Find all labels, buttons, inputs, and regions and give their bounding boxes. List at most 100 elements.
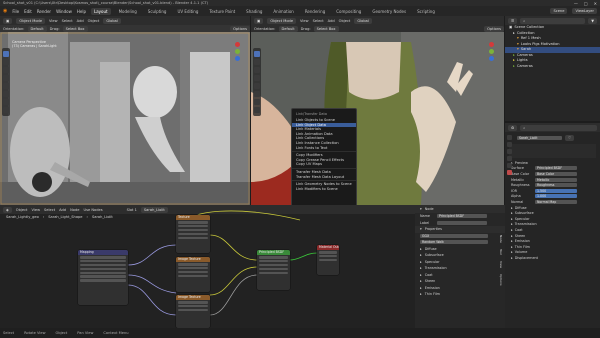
material-name-field[interactable]: Sarah_Liolit	[517, 136, 562, 140]
right-menu-view[interactable]: View	[300, 19, 309, 23]
tab-sculpting[interactable]: Sculpting	[145, 8, 170, 15]
right-gizmo-z-icon[interactable]	[489, 56, 494, 61]
left-menu-object[interactable]: Object	[88, 19, 100, 23]
right-rotate-tool-icon[interactable]	[254, 75, 260, 81]
menu-item-link-fonts-to-text[interactable]: Link Fonts to Text	[292, 146, 356, 151]
sidebar-tab-options[interactable]: Options	[499, 274, 503, 286]
render-properties-icon[interactable]	[506, 135, 512, 140]
left-menu-view[interactable]: View	[49, 19, 58, 23]
blender-logo-icon[interactable]: ◉	[3, 8, 7, 14]
tab-modeling[interactable]: Modeling	[116, 8, 140, 15]
material-properties-icon[interactable]	[506, 170, 512, 175]
maximize-icon[interactable]: □	[584, 1, 588, 6]
tab-geometry-nodes[interactable]: Geometry Nodes	[369, 8, 409, 15]
menu-item-link-modifiers[interactable]: Link Modifiers to Scene	[292, 187, 356, 192]
outliner-search-field[interactable]: ⌕	[520, 17, 586, 24]
menu-item-transfer-mesh-data-layout[interactable]: Transfer Mesh Data Layout	[292, 175, 356, 180]
right-move-tool-icon[interactable]	[254, 67, 260, 73]
section-displacement[interactable]: ▸ Displacement	[505, 255, 600, 261]
left-menu-add[interactable]: Add	[77, 19, 84, 23]
shader-node-editor[interactable]: ◈ Object View Select Add Node Use Nodes …	[0, 205, 415, 328]
right-menu-add[interactable]: Add	[328, 19, 335, 23]
menu-render[interactable]: Render	[37, 9, 51, 14]
left-orientation-selector[interactable]: Global	[103, 17, 121, 24]
node-label-field[interactable]	[437, 220, 487, 225]
metallic-field[interactable]: Metallic	[535, 177, 577, 182]
tab-texture-paint[interactable]: Texture Paint	[206, 8, 238, 15]
left-mode-selector[interactable]: Object Mode	[16, 17, 46, 24]
right-menu-object[interactable]: Object	[339, 19, 351, 23]
roughness-field[interactable]: Roughness	[535, 183, 577, 188]
sidebar-tab-view[interactable]: View	[499, 261, 503, 268]
distribution-field[interactable]: GGX	[420, 233, 488, 238]
right-orientation-default[interactable]: Default	[278, 25, 298, 32]
left-options-button[interactable]: Options	[230, 25, 250, 32]
left-viewport[interactable]: ▣ Object Mode View Select Add Object Glo…	[0, 16, 250, 205]
menu-help[interactable]: Help	[77, 9, 86, 14]
node-mapping[interactable]: Mapping	[78, 250, 128, 305]
menu-edit[interactable]: Edit	[24, 9, 32, 14]
right-transform-tool-icon[interactable]	[254, 91, 260, 97]
properties-search-field[interactable]: ⌕	[520, 124, 597, 131]
right-viewport[interactable]: ▣ Object Mode View Select Add Object Glo…	[251, 16, 504, 205]
node-image-texture-2[interactable]: Image Texture	[176, 295, 210, 328]
left-menu-select[interactable]: Select	[62, 19, 73, 23]
node-principled-bsdf[interactable]: Principled BSDF	[257, 250, 290, 290]
right-gizmo-x-icon[interactable]	[489, 42, 494, 47]
gizmo-x-icon[interactable]	[235, 42, 240, 47]
modifier-properties-icon[interactable]	[506, 163, 512, 168]
cursor-tool-icon[interactable]	[3, 59, 9, 65]
menu-item-copy-uv-maps[interactable]: Copy UV Maps	[292, 162, 356, 167]
subsurface-method-field[interactable]: Random Walk	[420, 240, 488, 245]
tab-rendering[interactable]: Rendering	[302, 8, 328, 15]
rotate-tool-icon[interactable]	[3, 75, 9, 81]
right-gizmo-y-icon[interactable]	[489, 49, 494, 54]
properties-type-icon[interactable]: ⚙	[508, 124, 518, 131]
scale-tool-icon[interactable]	[3, 83, 9, 89]
right-cursor-tool-icon[interactable]	[254, 59, 260, 65]
output-properties-icon[interactable]	[506, 142, 512, 147]
scene-selector[interactable]: Scene	[550, 8, 568, 14]
scene-properties-icon[interactable]	[506, 149, 512, 154]
right-nav-gizmo[interactable]	[489, 42, 494, 61]
left-editor-type-button[interactable]: ▣	[3, 17, 13, 24]
tab-compositing[interactable]: Compositing	[333, 8, 364, 15]
transform-tool-icon[interactable]	[3, 91, 9, 97]
ior-field[interactable]: 1.500	[535, 188, 577, 193]
node-name-field[interactable]: Principled BSDF	[437, 214, 487, 219]
normal-field[interactable]: Normal Map	[535, 199, 577, 204]
node-section-header[interactable]: ▾ Node	[415, 205, 505, 213]
right-options-button[interactable]: Options	[484, 25, 504, 32]
left-orientation-default[interactable]: Default	[27, 25, 47, 32]
menu-file[interactable]: File	[12, 9, 19, 14]
right-mode-selector[interactable]: Object Mode	[267, 17, 297, 24]
right-scale-tool-icon[interactable]	[254, 83, 260, 89]
move-tool-icon[interactable]	[3, 67, 9, 73]
minimize-icon[interactable]: —	[574, 1, 578, 6]
gizmo-y-icon[interactable]	[235, 49, 240, 54]
node-material-output[interactable]: Material Output	[317, 245, 339, 275]
close-icon[interactable]: ✕	[594, 1, 597, 6]
outliner-type-icon[interactable]: ☰	[508, 17, 518, 24]
right-select-box[interactable]: Select Box	[313, 25, 339, 32]
right-menu-select[interactable]: Select	[313, 19, 324, 23]
node-image-texture-1[interactable]: Image Texture	[176, 257, 210, 292]
right-orientation-selector[interactable]: Global	[354, 17, 372, 24]
right-editor-type-button[interactable]: ▣	[254, 17, 264, 24]
sidebar-tab-tool[interactable]: Tool	[499, 249, 503, 255]
tab-layout[interactable]: Layout	[90, 7, 111, 15]
alpha-field[interactable]: 1.000	[535, 194, 577, 199]
node-section-thin-film[interactable]: ▸ Thin Film	[415, 291, 505, 298]
tab-animation[interactable]: Animation	[270, 8, 296, 15]
view-layer-selector[interactable]: ViewLayer	[572, 8, 597, 14]
tab-scripting[interactable]: Scripting	[414, 8, 438, 15]
filter-icon[interactable]: ▼	[588, 17, 597, 24]
tab-shading[interactable]: Shading	[243, 8, 265, 15]
measure-tool-icon[interactable]	[3, 107, 9, 113]
right-select-tool-icon[interactable]	[254, 51, 260, 57]
outliner-item-cameras-2[interactable]: ▸ Cameras	[505, 64, 600, 70]
right-measure-tool-icon[interactable]	[254, 107, 260, 113]
object-properties-icon[interactable]	[506, 156, 512, 161]
left-select-box[interactable]: Select Box	[62, 25, 88, 32]
tab-uv-editing[interactable]: UV Editing	[174, 8, 201, 15]
